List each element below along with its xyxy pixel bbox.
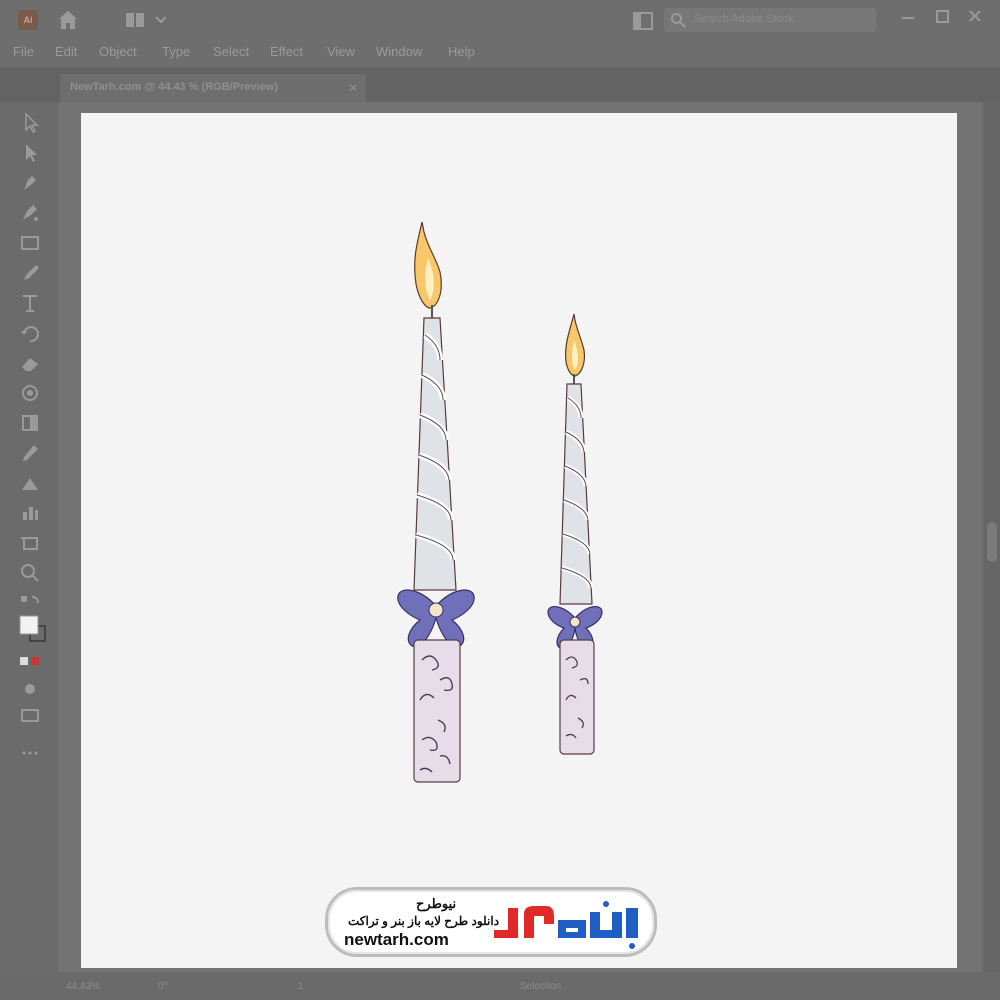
rotation-angle[interactable]: 0° <box>158 981 168 992</box>
menu-edit[interactable]: Edit <box>55 44 77 59</box>
minimize-icon[interactable] <box>897 6 919 28</box>
color-mode-icon[interactable] <box>18 650 42 672</box>
selection-tool-icon[interactable] <box>18 112 42 134</box>
scrollbar-thumb[interactable] <box>987 522 997 562</box>
direct-selection-tool-icon[interactable] <box>18 142 42 164</box>
fill-stroke-swatch-icon[interactable] <box>18 614 48 644</box>
search-icon <box>671 13 686 28</box>
vertical-scrollbar[interactable] <box>984 102 1000 972</box>
tab-close-icon[interactable]: ✕ <box>348 81 358 95</box>
logo-persian-name: نیوطرح <box>416 896 457 911</box>
graph-tool-icon[interactable] <box>18 502 42 524</box>
eraser-tool-icon[interactable] <box>18 352 42 374</box>
pen-tool-icon[interactable] <box>18 172 42 194</box>
home-icon[interactable] <box>56 8 80 32</box>
app-icon: Ai <box>18 10 38 30</box>
arrange-documents-icon[interactable] <box>632 10 654 32</box>
curvature-tool-icon[interactable] <box>18 202 42 224</box>
tools-panel <box>10 102 50 770</box>
document-tab[interactable]: NewTarh.com @ 44.43 % (RGB/Preview) ✕ <box>60 74 366 102</box>
current-tool-name: Selection <box>520 981 562 992</box>
menu-help[interactable]: Help <box>448 44 475 59</box>
workspace-switcher-icon[interactable] <box>126 11 166 29</box>
screen-mode-icon[interactable] <box>18 704 42 726</box>
rotate-tool-icon[interactable] <box>18 322 42 344</box>
document-tab-bar: NewTarh.com @ 44.43 % (RGB/Preview) ✕ <box>0 68 1000 102</box>
logo-url: newtarh.com <box>344 930 449 949</box>
menu-view[interactable]: View <box>327 44 355 59</box>
more-tools-icon[interactable] <box>18 742 42 764</box>
zoom-level[interactable]: 44.43% <box>66 981 100 992</box>
document-tab-title: NewTarh.com @ 44.43 % (RGB/Preview) <box>70 81 278 93</box>
eyedropper-tool-icon[interactable] <box>18 442 42 464</box>
rectangle-tool-icon[interactable] <box>18 232 42 254</box>
menu-bar: File Edit Object Type Select Effect View… <box>0 40 1000 66</box>
artboard[interactable] <box>81 113 957 968</box>
artboard-number[interactable]: 1 <box>298 981 304 992</box>
artboard-tool-icon[interactable] <box>18 532 42 554</box>
symbol-sprayer-tool-icon[interactable] <box>18 472 42 494</box>
menu-type[interactable]: Type <box>162 44 190 59</box>
free-transform-tool-icon[interactable] <box>18 412 42 434</box>
menu-object[interactable]: Object <box>99 44 137 59</box>
title-bar: Ai Search Adobe Stock <box>0 0 1000 40</box>
menu-window[interactable]: Window <box>376 44 422 59</box>
search-input[interactable]: Search Adobe Stock <box>664 8 876 32</box>
status-bar: 44.43% 0° 1 Selection <box>0 975 1000 1000</box>
maximize-icon[interactable] <box>931 6 953 28</box>
logo-tagline: دانلود طرح لایه باز بنر و تراکت <box>348 914 500 928</box>
warp-tool-icon[interactable] <box>18 382 42 404</box>
newtarh-logo-mark <box>494 901 638 949</box>
draw-mode-icon[interactable] <box>18 678 42 700</box>
search-placeholder: Search Adobe Stock <box>694 13 794 25</box>
newtarh-logo-banner: نیوطرح دانلود طرح لایه باز بنر و تراکت n… <box>325 887 657 957</box>
close-window-icon[interactable] <box>964 6 986 28</box>
swap-colors-icon[interactable] <box>18 592 42 614</box>
zoom-tool-icon[interactable] <box>18 562 42 584</box>
type-tool-icon[interactable] <box>18 292 42 314</box>
paintbrush-tool-icon[interactable] <box>18 262 42 284</box>
menu-effect[interactable]: Effect <box>270 44 303 59</box>
menu-select[interactable]: Select <box>213 44 249 59</box>
menu-file[interactable]: File <box>13 44 34 59</box>
